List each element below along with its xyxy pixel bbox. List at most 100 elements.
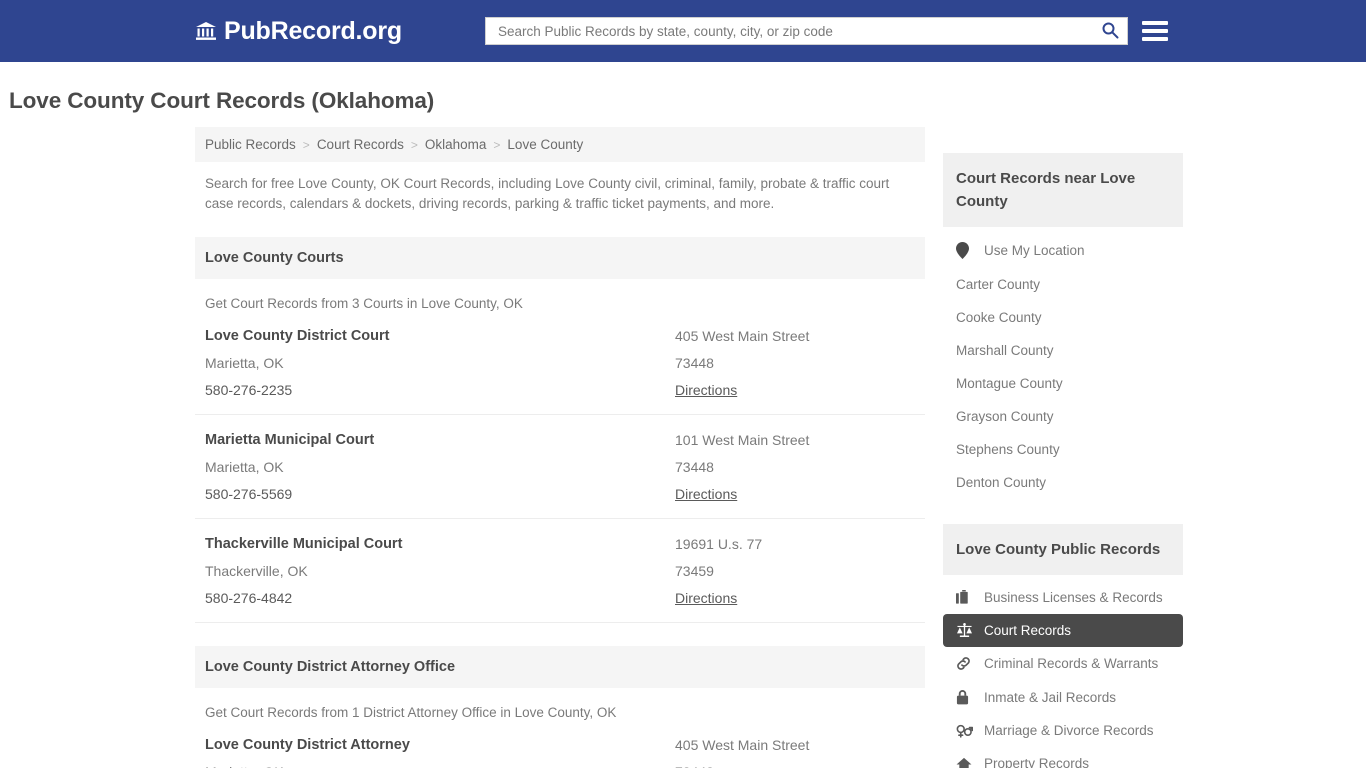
listing-right: 405 West Main Street73448Directions <box>675 737 915 768</box>
listing-name[interactable]: Love County District Attorney <box>205 737 675 753</box>
listing-left: Love County District Court Marietta, OK 58… <box>205 328 675 398</box>
sidebar-record-item[interactable]: Inmate & Jail Records <box>943 680 1183 714</box>
site-header: PubRecord.org <box>0 0 1366 62</box>
listing-left: Marietta Municipal Court Marietta, OK 580-… <box>205 432 675 502</box>
listing-zip: 73448 <box>675 459 714 475</box>
listing-city-state: Marietta, OK <box>205 355 284 371</box>
sidebar-nearby-item-label: Cooke County <box>956 310 1042 325</box>
listing-city-state: Thackerville, OK <box>205 563 308 579</box>
search-box[interactable] <box>484 17 1128 45</box>
breadcrumb-item[interactable]: Love County <box>507 137 583 152</box>
link-icon <box>956 656 975 671</box>
sidebar-record-item[interactable]: Criminal Records & Warrants <box>943 647 1183 680</box>
section-heading: Love County District Attorney Office <box>195 646 925 688</box>
page-body: Love County Court Records (Oklahoma) Pub… <box>0 88 1366 768</box>
gender-symbols-icon <box>956 723 975 738</box>
sidebar-record-item[interactable]: Marriage & Divorce Records <box>943 714 1183 747</box>
listing-name[interactable]: Thackerville Municipal Court <box>205 536 675 552</box>
sidebar-nearby-item[interactable]: Carter County <box>943 268 1183 301</box>
sidebar-record-item-label: Business Licenses & Records <box>984 590 1163 605</box>
sections-list: Love County Courts Get Court Records from… <box>195 237 925 768</box>
page-title: Love County Court Records (Oklahoma) <box>9 88 435 113</box>
sidebar-nearby-item[interactable]: Use My Location <box>943 233 1183 268</box>
breadcrumb-separator: > <box>410 137 418 152</box>
directions-link[interactable]: Directions <box>675 486 915 502</box>
lock-icon <box>956 689 975 705</box>
listing-address: 405 West Main Street <box>675 328 810 344</box>
sidebar-record-item-label: Marriage & Divorce Records <box>984 723 1154 738</box>
scales-icon <box>956 623 975 638</box>
sidebar-record-item-label: Criminal Records & Warrants <box>984 656 1159 671</box>
listing-left: Love County District Attorney Marietta, O… <box>205 737 675 768</box>
search-icon <box>1101 21 1119 42</box>
listing-name[interactable]: Marietta Municipal Court <box>205 432 675 448</box>
breadcrumb-separator: > <box>302 137 310 152</box>
sidebar-nearby-item[interactable]: Cooke County <box>943 301 1183 334</box>
sidebar-nearby-item-label: Carter County <box>956 277 1041 292</box>
briefcase-icon <box>956 590 975 605</box>
listing-row: Marietta Municipal Court Marietta, OK 580-… <box>195 415 925 519</box>
sidebar-nearby-item[interactable]: Grayson County <box>943 400 1183 433</box>
sidebar-nearby-item[interactable]: Stephens County <box>943 433 1183 466</box>
sidebar-public-records-list: Business Licenses & Records Court Records… <box>943 581 1183 768</box>
section-subtext: Get Court Records from 3 Courts in Love … <box>205 296 523 311</box>
sidebar-record-item[interactable]: Business Licenses & Records <box>943 581 1183 614</box>
section-heading: Love County Courts <box>195 237 925 279</box>
sidebar-record-item[interactable]: Court Records <box>943 614 1183 647</box>
bank-icon <box>195 20 217 42</box>
sidebar-nearby-item[interactable]: Montague County <box>943 367 1183 400</box>
sidebar-nearby-item-label: Montague County <box>956 376 1063 391</box>
listing-name[interactable]: Love County District Court <box>205 328 675 344</box>
listing-right: 19691 U.s. 77 73459 Directions <box>675 536 915 606</box>
header-search <box>484 17 1168 45</box>
hamburger-menu-icon[interactable] <box>1141 21 1168 41</box>
site-logo-text: PubRecord.org <box>224 16 402 45</box>
sidebar: Court Records near Love County Use My Lo… <box>943 127 1183 768</box>
listing-address: 19691 U.s. 77 <box>675 536 763 552</box>
breadcrumb-item[interactable]: Public Records <box>205 137 296 152</box>
directions-link[interactable]: Directions <box>675 382 915 398</box>
directions-link[interactable]: Directions <box>675 590 915 606</box>
page-intro: Search for free Love County, OK Court Re… <box>205 176 890 211</box>
sidebar-nearby-list: Use My Location Carter County Cooke County… <box>943 233 1183 499</box>
sidebar-nearby-heading: Court Records near Love County <box>943 153 1183 227</box>
site-logo[interactable]: PubRecord.org <box>195 17 402 46</box>
listing-zip: 73448 <box>675 764 915 768</box>
sidebar-nearby-item-label: Denton County <box>956 475 1047 490</box>
listing-row: Thackerville Municipal Court Thackerville… <box>195 519 925 623</box>
sidebar-nearby-item-label: Grayson County <box>956 409 1054 424</box>
sidebar-record-item-label: Court Records <box>984 623 1072 638</box>
map-pin-icon <box>956 242 975 259</box>
main-column: Public Records > Court Records > Oklahoma > Lo… <box>195 127 925 768</box>
content-container: Public Records > Court Records > Oklahoma > Lo… <box>195 127 1183 768</box>
breadcrumb: Public Records > Court Records > Oklahoma > Lo… <box>195 127 925 162</box>
listing-right: 405 West Main Street 73448 Directions <box>675 328 915 398</box>
listing-city-state: Marietta, OK <box>205 764 675 768</box>
listing-row: Love County District Attorney Marietta, O… <box>195 720 925 768</box>
sidebar-nearby-item[interactable]: Marshall County <box>943 334 1183 367</box>
breadcrumb-separator: > <box>493 137 501 152</box>
sidebar-record-item-label: Property Records <box>984 756 1090 768</box>
breadcrumb-item[interactable]: Oklahoma <box>425 137 487 152</box>
listing-zip: 73459 <box>675 563 714 579</box>
section-subtext: Get Court Records from 1 District Attorn… <box>205 705 617 720</box>
breadcrumb-item[interactable]: Court Records <box>317 137 404 152</box>
sidebar-record-item[interactable]: Property Records <box>943 747 1183 768</box>
listing-city-state: Marietta, OK <box>205 459 284 475</box>
sidebar-public-records-heading: Love County Public Records <box>943 524 1183 575</box>
listing-zip: 73448 <box>675 355 714 371</box>
listing-right: 101 West Main Street 73448 Directions <box>675 432 915 502</box>
listing-phone[interactable]: 580-276-2235 <box>205 382 675 398</box>
house-icon <box>956 757 975 768</box>
listing-row: Love County District Court Marietta, OK 58… <box>195 311 925 415</box>
sidebar-nearby-item-label: Use My Location <box>984 243 1085 258</box>
sidebar-nearby-item[interactable]: Denton County <box>943 466 1183 499</box>
listing-phone[interactable]: 580-276-5569 <box>205 486 675 502</box>
listing-address: 405 West Main Street <box>675 737 810 753</box>
listing-phone[interactable]: 580-276-4842 <box>205 590 675 606</box>
search-input[interactable] <box>495 22 1099 40</box>
sidebar-nearby-item-label: Marshall County <box>956 343 1054 358</box>
search-button[interactable] <box>1099 21 1121 42</box>
sidebar-record-item-label: Inmate & Jail Records <box>984 689 1117 705</box>
listing-address: 101 West Main Street <box>675 432 810 448</box>
